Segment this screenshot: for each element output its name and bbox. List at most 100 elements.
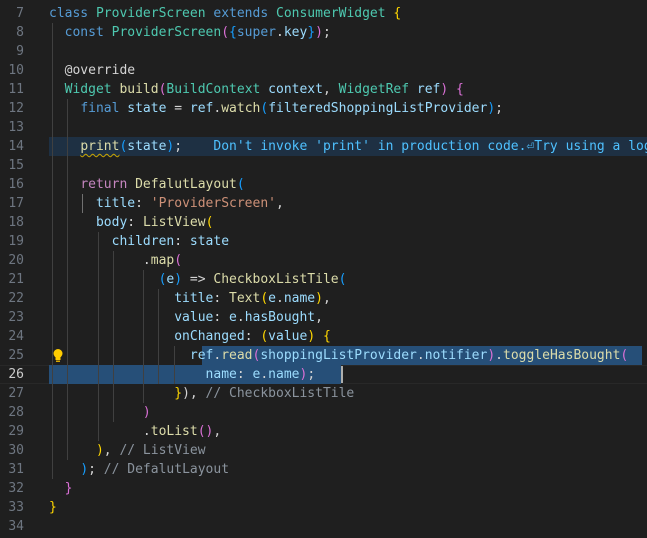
code-token: e (268, 291, 276, 306)
code-line[interactable]: 10 @override (0, 61, 647, 80)
code-text: .toList(), (49, 422, 221, 441)
code-token: hasBought (244, 310, 316, 325)
code-token: ref (416, 82, 441, 97)
code-token: : (244, 329, 261, 344)
code-token: Text (229, 291, 261, 306)
code-line[interactable]: 15 (0, 156, 647, 175)
code-token: name (268, 367, 300, 382)
indent-guide (98, 232, 99, 441)
line-number: 7 (16, 6, 24, 21)
code-token: DefalutLayout (135, 177, 237, 192)
code-line[interactable]: 31 ); // DefalutLayout (0, 460, 647, 479)
indent-guide (143, 270, 144, 403)
line-number: 14 (8, 139, 24, 154)
code-token: } (307, 25, 316, 40)
line-number: 26 (8, 367, 24, 382)
code-token: => (182, 272, 214, 287)
code-token: class (49, 6, 89, 21)
code-text: Widget build(BuildContext context, Widge… (49, 80, 464, 99)
code-token: . (495, 348, 503, 363)
code-token: title (95, 196, 136, 211)
line-number: 31 (8, 462, 24, 477)
code-line[interactable]: 12 final state = ref.watch(filteredShopp… (0, 99, 647, 118)
code-text: .map( (49, 251, 182, 270)
code-text: } (49, 498, 57, 517)
line-number: 27 (8, 386, 24, 401)
code-token: , (322, 82, 339, 97)
code-token: @override (64, 63, 136, 78)
code-line[interactable]: 16 return DefalutLayout( (0, 175, 647, 194)
indent-guide (67, 99, 68, 460)
line-number: 15 (8, 158, 24, 173)
code-editor[interactable]: 7 class ProviderScreen extends ConsumerWi… (0, 0, 647, 538)
code-token: toggleHasBought (503, 348, 621, 363)
code-token: . (236, 310, 245, 325)
code-token: CheckboxListTile (213, 272, 339, 287)
code-text: ref.read(shoppingListProvider.notifier).… (49, 346, 628, 365)
code-token: ), (182, 386, 206, 401)
code-line[interactable]: 11 Widget build(BuildContext context, Wi… (0, 80, 647, 99)
line-number: 30 (8, 443, 24, 458)
code-token: , (315, 310, 323, 325)
code-token: . (142, 424, 151, 439)
code-token: ProviderScreen (95, 6, 206, 21)
code-token: state (127, 139, 167, 154)
code-token: state (189, 234, 230, 249)
code-text: name: e.name); (49, 365, 316, 384)
code-text: title: Text(e.name), (49, 289, 331, 308)
code-token: map (150, 253, 175, 268)
code-token: . (276, 291, 284, 306)
code-line[interactable]: 30 ), // ListView (0, 441, 647, 460)
code-text: return DefalutLayout( (49, 175, 244, 194)
code-text: children: state (49, 232, 229, 251)
code-line[interactable]: 17 title: 'ProviderScreen', (0, 194, 647, 213)
code-token: ref (189, 348, 214, 363)
code-line[interactable]: 34 (0, 517, 647, 536)
code-token: extends (213, 6, 269, 21)
line-number: 20 (8, 253, 24, 268)
line-number: 8 (16, 25, 24, 40)
code-token: ) (80, 462, 89, 477)
code-token: filteredShoppingListProvider (268, 101, 488, 116)
code-text: } (49, 479, 73, 498)
lightbulb-icon[interactable] (51, 348, 65, 363)
code-token: // ListView (119, 443, 206, 458)
code-line[interactable]: 9 (0, 42, 647, 61)
code-token: : (135, 196, 151, 211)
code-text: class ProviderScreen extends ConsumerWid… (49, 4, 401, 23)
code-token: { (229, 25, 237, 40)
code-token: shoppingListProvider (260, 348, 417, 363)
code-line[interactable]: 8 const ProviderScreen({super.key}); (0, 23, 647, 42)
code-text: (e) => CheckboxListTile( (49, 270, 347, 289)
code-token: print (80, 139, 120, 154)
code-line[interactable]: 32 } (0, 479, 647, 498)
line-number: 21 (8, 272, 24, 287)
code-token: final (80, 101, 120, 116)
code-line[interactable]: 18 body: ListView( (0, 213, 647, 232)
code-token: watch (221, 101, 261, 116)
code-line[interactable]: 14 print(state); Don't invoke 'print' in… (0, 137, 647, 156)
line-number: 33 (8, 500, 24, 515)
code-token: ( (174, 253, 183, 268)
code-line[interactable]: 7 class ProviderScreen extends ConsumerWi… (0, 4, 647, 23)
code-line[interactable]: 13 (0, 118, 647, 137)
code-line[interactable]: 33} (0, 498, 647, 517)
code-token: BuildContext (166, 82, 261, 97)
code-token: ( (260, 291, 269, 306)
code-text: ) (49, 403, 151, 422)
code-token: ) (487, 101, 496, 116)
line-number: 29 (8, 424, 24, 439)
code-token: . (260, 367, 269, 382)
line-number: 23 (8, 310, 24, 325)
code-token: : (213, 310, 230, 325)
code-token: read (221, 348, 253, 363)
